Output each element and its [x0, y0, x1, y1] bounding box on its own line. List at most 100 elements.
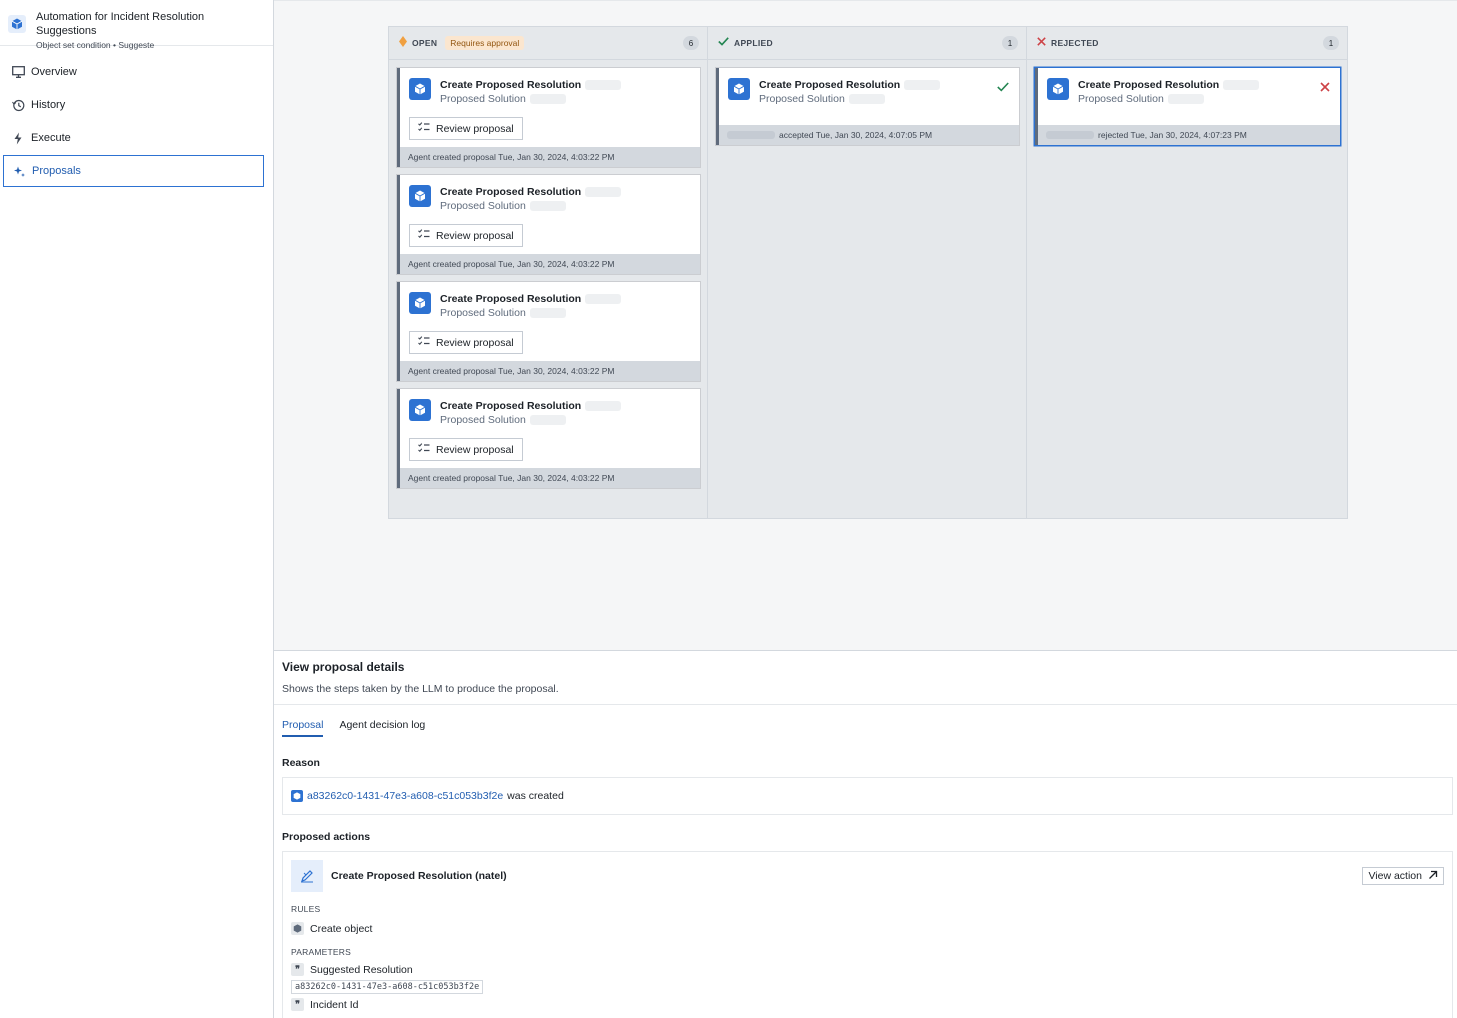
proposal-card[interactable]: Create Proposed Resolution Proposed Solu… — [397, 282, 700, 381]
quote-icon: ❞ — [291, 963, 304, 976]
cube-icon — [1047, 78, 1069, 100]
quote-icon: ❞ — [291, 998, 304, 1011]
review-proposal-button[interactable]: Review proposal — [409, 331, 523, 354]
column-header-rejected: REJECTED 1 — [1027, 27, 1347, 60]
review-proposal-button[interactable]: Review proposal — [409, 224, 523, 247]
view-action-button[interactable]: View action — [1362, 867, 1444, 885]
column-rejected: REJECTED 1 Create Proposed Resolution Pr… — [1027, 27, 1347, 518]
lightning-icon — [11, 131, 25, 145]
review-proposal-button[interactable]: Review proposal — [409, 117, 523, 140]
sidebar-item-label: Execute — [31, 132, 71, 144]
proposal-details-panel: View proposal details Shows the steps ta… — [274, 650, 1457, 1018]
cube-icon — [409, 292, 431, 314]
column-header-open: OPEN Requires approval 6 — [389, 27, 707, 60]
app-header: Automation for Incident Resolution Sugge… — [0, 0, 273, 50]
sparkle-icon — [12, 164, 26, 178]
proposal-card[interactable]: Create Proposed Resolution Proposed Solu… — [716, 68, 1019, 145]
card-title: Create Proposed Resolution — [440, 185, 622, 199]
requires-approval-badge: Requires approval — [445, 36, 525, 50]
column-count: 6 — [683, 36, 699, 50]
action-name: Create Proposed Resolution (natel) — [331, 870, 507, 882]
card-footer: Agent created proposal Tue, Jan 30, 2024… — [400, 361, 700, 381]
details-description: Shows the steps taken by the LLM to prod… — [282, 683, 559, 695]
review-proposal-button[interactable]: Review proposal — [409, 438, 523, 461]
column-header-applied: APPLIED 1 — [708, 27, 1026, 60]
card-footer: Agent created proposal Tue, Jan 30, 2024… — [400, 147, 700, 167]
tab-agent-decision-log[interactable]: Agent decision log — [339, 719, 425, 737]
cube-icon — [409, 78, 431, 100]
details-tabs: Proposal Agent decision log — [274, 705, 1457, 737]
cube-icon — [291, 922, 304, 935]
column-count: 1 — [1323, 36, 1339, 50]
cube-icon — [409, 399, 431, 421]
reason-label: Reason — [282, 757, 320, 769]
app-subtitle: Object set condition • Suggeste — [36, 40, 155, 50]
rule-item: Create object — [291, 922, 1444, 935]
checklist-icon — [418, 336, 430, 349]
cube-icon — [409, 185, 431, 207]
proposal-card[interactable]: Create Proposed Resolution Proposed Solu… — [397, 389, 700, 488]
card-subtitle: Proposed Solution — [759, 92, 940, 106]
card-footer: rejected Tue, Jan 30, 2024, 4:07:23 PM — [1038, 125, 1340, 145]
parameter-item: ❞ Suggested Resolution — [291, 963, 1444, 976]
card-title: Create Proposed Resolution — [440, 78, 622, 92]
card-title: Create Proposed Resolution — [440, 399, 622, 413]
card-subtitle: Proposed Solution — [440, 306, 621, 320]
object-link[interactable]: a83262c0-1431-47e3-a608-c51c053b3f2e — [307, 790, 503, 802]
card-subtitle: Proposed Solution — [440, 413, 621, 427]
card-footer: Agent created proposal Tue, Jan 30, 2024… — [400, 254, 700, 274]
sidebar-item-overview[interactable]: Overview — [3, 56, 264, 88]
details-title: View proposal details — [282, 660, 405, 674]
proposal-card-selected[interactable]: Create Proposed Resolution Proposed Solu… — [1035, 68, 1340, 145]
tab-proposal[interactable]: Proposal — [282, 719, 324, 737]
history-icon — [11, 98, 25, 112]
card-footer: accepted Tue, Jan 30, 2024, 4:07:05 PM — [719, 125, 1019, 145]
sidebar-item-label: History — [31, 99, 66, 111]
card-subtitle: Proposed Solution — [440, 199, 621, 213]
arrow-top-right-icon — [1428, 870, 1438, 883]
column-title: APPLIED — [734, 38, 773, 48]
column-count: 1 — [1002, 36, 1018, 50]
rules-caption: RULES — [291, 904, 321, 914]
checklist-icon — [418, 443, 430, 456]
diamond-icon — [399, 36, 407, 50]
action-edit-icon — [291, 860, 323, 892]
card-footer: Agent created proposal Tue, Jan 30, 2024… — [400, 468, 700, 488]
parameter-item: ❞ Incident Id — [291, 998, 1444, 1011]
sidebar-item-proposals[interactable]: Proposals — [3, 155, 264, 187]
sidebar: Automation for Incident Resolution Sugge… — [0, 0, 274, 1018]
check-icon — [718, 37, 729, 49]
monitor-icon — [11, 65, 25, 79]
proposed-actions-label: Proposed actions — [282, 831, 371, 843]
proposals-board: OPEN Requires approval 6 Create Proposed… — [388, 26, 1348, 519]
card-title: Create Proposed Resolution — [1078, 78, 1260, 92]
proposals-main: OPEN Requires approval 6 Create Proposed… — [274, 0, 1457, 650]
column-title: REJECTED — [1051, 38, 1099, 48]
reason-box: a83262c0-1431-47e3-a608-c51c053b3f2e was… — [282, 777, 1453, 815]
proposed-action-card: Create Proposed Resolution (natel) View … — [282, 851, 1453, 1018]
column-title: OPEN — [412, 38, 438, 48]
sidebar-item-execute[interactable]: Execute — [3, 122, 264, 154]
check-icon — [997, 80, 1009, 95]
sidebar-item-label: Overview — [31, 66, 77, 78]
cube-icon — [728, 78, 750, 100]
cross-icon — [1320, 80, 1330, 95]
parameters-caption: PARAMETERS — [291, 947, 351, 957]
cube-icon — [291, 790, 303, 802]
card-title: Create Proposed Resolution — [759, 78, 941, 92]
reason-text: was created — [507, 790, 564, 802]
card-subtitle: Proposed Solution — [440, 92, 621, 106]
card-subtitle: Proposed Solution — [1078, 92, 1259, 106]
proposal-card[interactable]: Create Proposed Resolution Proposed Solu… — [397, 175, 700, 274]
checklist-icon — [418, 122, 430, 135]
proposal-card[interactable]: Create Proposed Resolution Proposed Solu… — [397, 68, 700, 167]
sidebar-nav: Overview History Execute Proposals — [0, 46, 273, 187]
app-title: Automation for Incident Resolution Sugge… — [36, 11, 205, 37]
cross-icon — [1037, 37, 1046, 49]
sidebar-item-label: Proposals — [32, 165, 81, 177]
card-title: Create Proposed Resolution — [440, 292, 622, 306]
parameter-value: a83262c0-1431-47e3-a608-c51c053b3f2e — [291, 980, 484, 994]
sidebar-item-history[interactable]: History — [3, 89, 264, 121]
checklist-icon — [418, 229, 430, 242]
cube-icon — [8, 15, 26, 33]
